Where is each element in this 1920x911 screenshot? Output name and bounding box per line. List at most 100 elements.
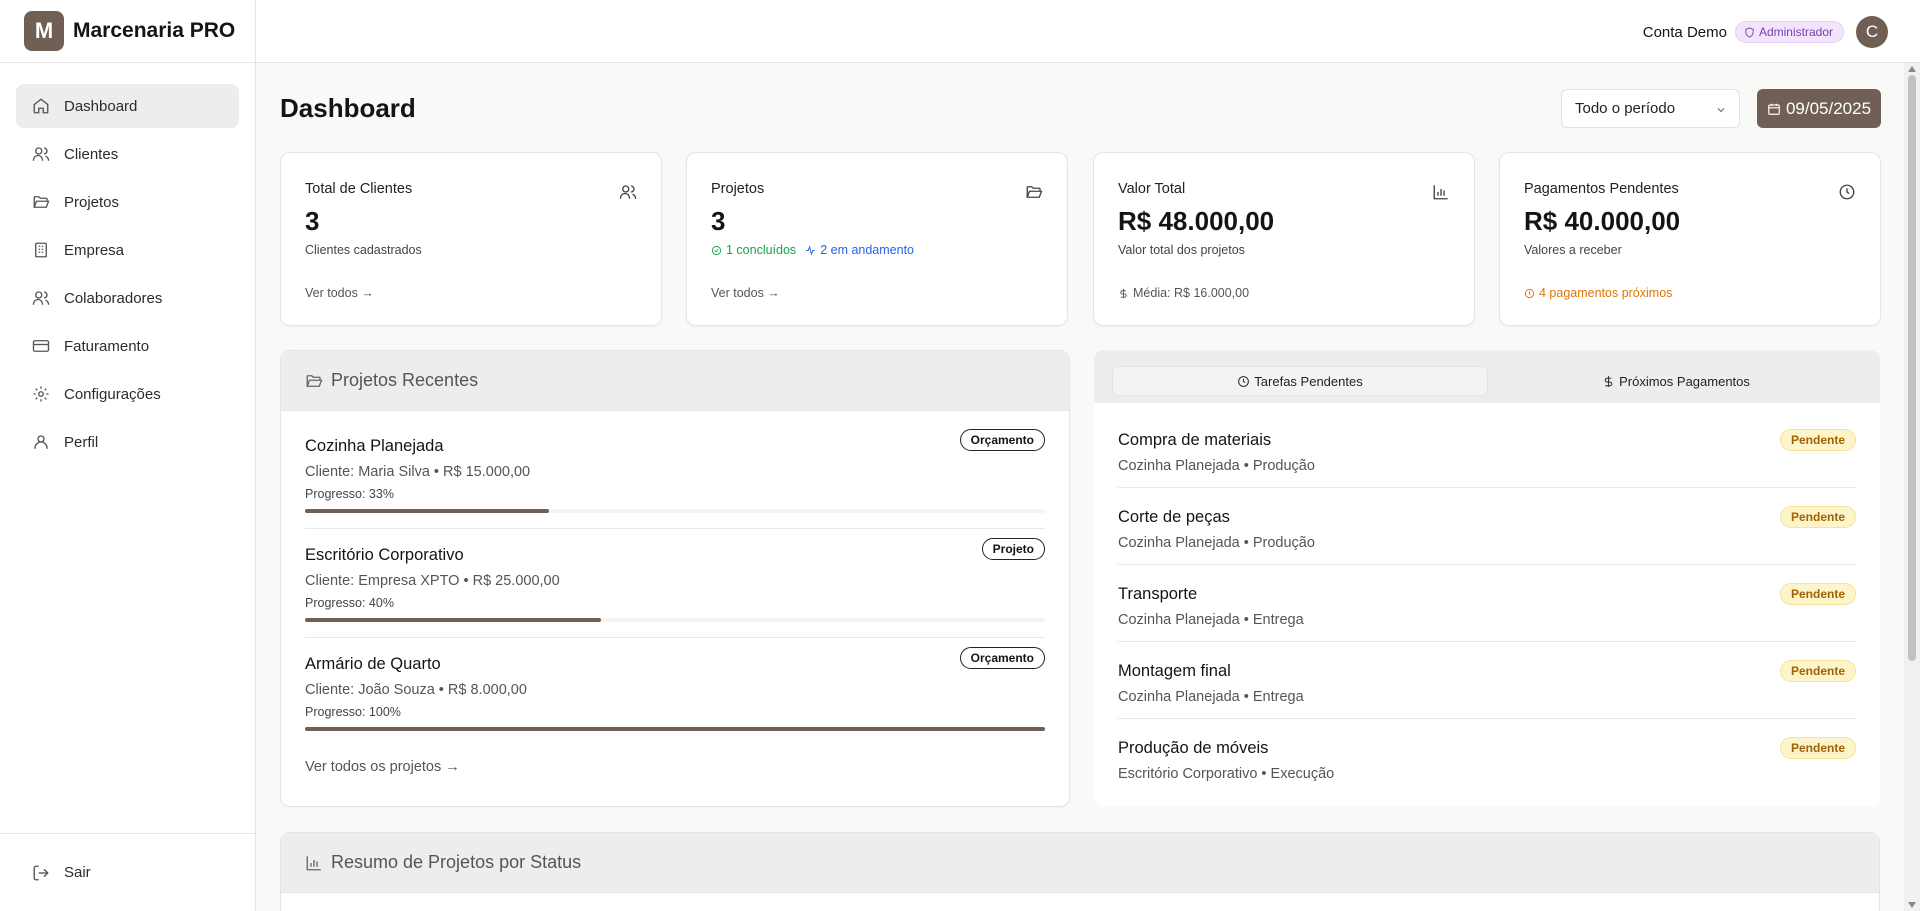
scroll-thumb[interactable] xyxy=(1908,75,1916,661)
project-item[interactable]: Armário de Quarto Orçamento Cliente: Joã… xyxy=(305,647,1045,731)
average-value-text: Média: R$ 16.000,00 xyxy=(1133,286,1250,300)
sidebar-item-label: Perfil xyxy=(64,433,99,451)
task-meta: Escritório Corporativo • Execução xyxy=(1118,766,1335,782)
project-item[interactable]: Escritório Corporativo Projeto Cliente: … xyxy=(305,538,1045,622)
divider xyxy=(305,528,1045,529)
progress-fill xyxy=(305,509,550,513)
shield-icon xyxy=(1745,26,1754,38)
progress-fill xyxy=(305,618,601,622)
account-menu[interactable]: Conta Demo Administrador C xyxy=(1643,16,1888,48)
task-meta: Cozinha Planejada • Produção xyxy=(1118,535,1315,551)
sidebar-item-clientes[interactable]: Clientes xyxy=(16,132,239,176)
sidebar-item-configuracoes[interactable]: Configurações xyxy=(16,372,239,416)
progress-fill xyxy=(305,727,1045,731)
sidebar-item-label: Dashboard xyxy=(64,97,138,115)
tasks-payments-card: Tarefas Pendentes Próximos Pagamentos Co… xyxy=(1094,350,1880,807)
divider xyxy=(1118,487,1856,488)
stat-title: Pagamentos Pendentes xyxy=(1524,181,1679,197)
project-client: Cliente: João Souza • R$ 8.000,00 xyxy=(305,682,527,698)
logout-icon xyxy=(33,865,49,880)
stat-card-clients: Total de Clientes 3 Clientes cadastrados… xyxy=(280,152,662,326)
recent-projects-card: Projetos Recentes Cozinha Planejada Orça… xyxy=(280,350,1070,807)
scroll-up-arrow[interactable] xyxy=(1908,66,1916,72)
status-badge: Pendente xyxy=(1779,583,1856,605)
dollar-icon xyxy=(1604,375,1613,387)
project-status-badge: Projeto xyxy=(981,538,1045,560)
section-title: Projetos Recentes xyxy=(331,370,479,390)
tabs: Tarefas Pendentes Próximos Pagamentos xyxy=(1094,350,1880,403)
page-title: Dashboard xyxy=(280,93,416,123)
project-client: Cliente: Maria Silva • R$ 15.000,00 xyxy=(305,464,531,480)
home-icon xyxy=(32,97,50,115)
divider xyxy=(1118,564,1856,565)
stat-card-projects: Projetos 3 1 concluídos 2 em andamento V… xyxy=(686,152,1068,326)
task-meta: Cozinha Planejada • Entrega xyxy=(1118,689,1304,705)
sidebar-item-label: Clientes xyxy=(64,145,119,163)
sidebar-item-empresa[interactable]: Empresa xyxy=(16,228,239,272)
task-item[interactable]: Montagem final Pendente Cozinha Planejad… xyxy=(1118,660,1856,705)
top-bar: Conta Demo Administrador C xyxy=(256,0,1920,63)
sidebar-item-perfil[interactable]: Perfil xyxy=(16,420,239,464)
stat-title: Valor Total xyxy=(1118,181,1186,197)
stat-value: R$ 48.000,00 xyxy=(1118,206,1275,236)
task-item[interactable]: Transporte Pendente Cozinha Planejada • … xyxy=(1118,583,1856,628)
logout-button[interactable]: Sair xyxy=(0,833,255,911)
project-progress-label: Progresso: 100% xyxy=(305,705,401,719)
period-select[interactable]: Todo o período xyxy=(1561,89,1740,128)
section-header: Resumo de Projetos por Status xyxy=(281,833,1879,893)
view-all-projects-link[interactable]: Ver todos os projetos → xyxy=(305,759,460,775)
stat-card-pending-payments: Pagamentos Pendentes R$ 40.000,00 Valore… xyxy=(1499,152,1881,326)
sidebar-item-projetos[interactable]: Projetos xyxy=(16,180,239,224)
average-value: Média: R$ 16.000,00 xyxy=(1118,286,1249,300)
progress-bar xyxy=(305,509,1045,513)
tab-label: Tarefas Pendentes xyxy=(1254,373,1363,389)
logout-label: Sair xyxy=(64,864,91,881)
tab-upcoming-payments[interactable]: Próximos Pagamentos xyxy=(1488,366,1864,396)
stat-card-total-value: Valor Total R$ 48.000,00 Valor total dos… xyxy=(1093,152,1475,326)
stat-subtitle: Valor total dos projetos xyxy=(1118,243,1245,257)
calendar-icon xyxy=(1768,103,1780,115)
sidebar: M Marcenaria PRO Dashboard Clientes Proj… xyxy=(0,0,256,911)
scroll-down-arrow[interactable] xyxy=(1908,902,1916,908)
activity-icon xyxy=(806,244,815,256)
divider xyxy=(305,637,1045,638)
upcoming-payments-text: 4 pagamentos próximos xyxy=(1539,286,1673,300)
brand[interactable]: M Marcenaria PRO xyxy=(0,0,255,63)
sidebar-item-colaboradores[interactable]: Colaboradores xyxy=(16,276,239,320)
task-item[interactable]: Corte de peças Pendente Cozinha Planejad… xyxy=(1118,506,1856,551)
project-item[interactable]: Cozinha Planejada Orçamento Cliente: Mar… xyxy=(305,429,1045,513)
folder-open-icon xyxy=(32,193,50,211)
projects-ongoing: 2 em andamento xyxy=(820,243,914,257)
task-name: Transporte xyxy=(1118,585,1198,603)
project-progress-label: Progresso: 33% xyxy=(305,487,394,501)
sidebar-nav: Dashboard Clientes Projetos Empresa Cola… xyxy=(0,63,255,464)
dollar-icon xyxy=(1120,288,1127,298)
sidebar-item-faturamento[interactable]: Faturamento xyxy=(16,324,239,368)
clock-icon xyxy=(1238,375,1250,387)
stat-value: 3 xyxy=(711,206,726,236)
task-item[interactable]: Produção de móveis Pendente Escritório C… xyxy=(1118,737,1856,782)
section-title: Resumo de Projetos por Status xyxy=(331,852,582,872)
page-scrollbar[interactable] xyxy=(1904,63,1920,911)
gear-icon xyxy=(32,385,50,403)
view-all-clients-link[interactable]: Ver todos → xyxy=(305,286,374,300)
task-name: Produção de móveis xyxy=(1118,739,1269,757)
avatar[interactable]: C xyxy=(1856,16,1888,48)
tab-pending-tasks[interactable]: Tarefas Pendentes xyxy=(1112,366,1488,396)
progress-bar xyxy=(305,727,1045,731)
progress-bar xyxy=(305,618,1045,622)
date-picker-button[interactable]: 09/05/2025 xyxy=(1757,89,1881,128)
bar-chart-icon xyxy=(1432,183,1450,201)
sidebar-item-dashboard[interactable]: Dashboard xyxy=(16,84,239,128)
divider xyxy=(1118,718,1856,719)
sidebar-item-label: Empresa xyxy=(64,241,125,259)
bar-chart-icon xyxy=(306,855,321,870)
building-icon xyxy=(32,241,50,259)
role-label: Administrador xyxy=(1758,25,1833,39)
stat-title: Projetos xyxy=(711,181,765,197)
role-badge: Administrador xyxy=(1734,21,1844,43)
divider xyxy=(1118,641,1856,642)
brand-logo: M xyxy=(24,11,64,51)
task-item[interactable]: Compra de materiais Pendente Cozinha Pla… xyxy=(1118,429,1856,474)
view-all-projects-link[interactable]: Ver todos → xyxy=(711,286,780,300)
